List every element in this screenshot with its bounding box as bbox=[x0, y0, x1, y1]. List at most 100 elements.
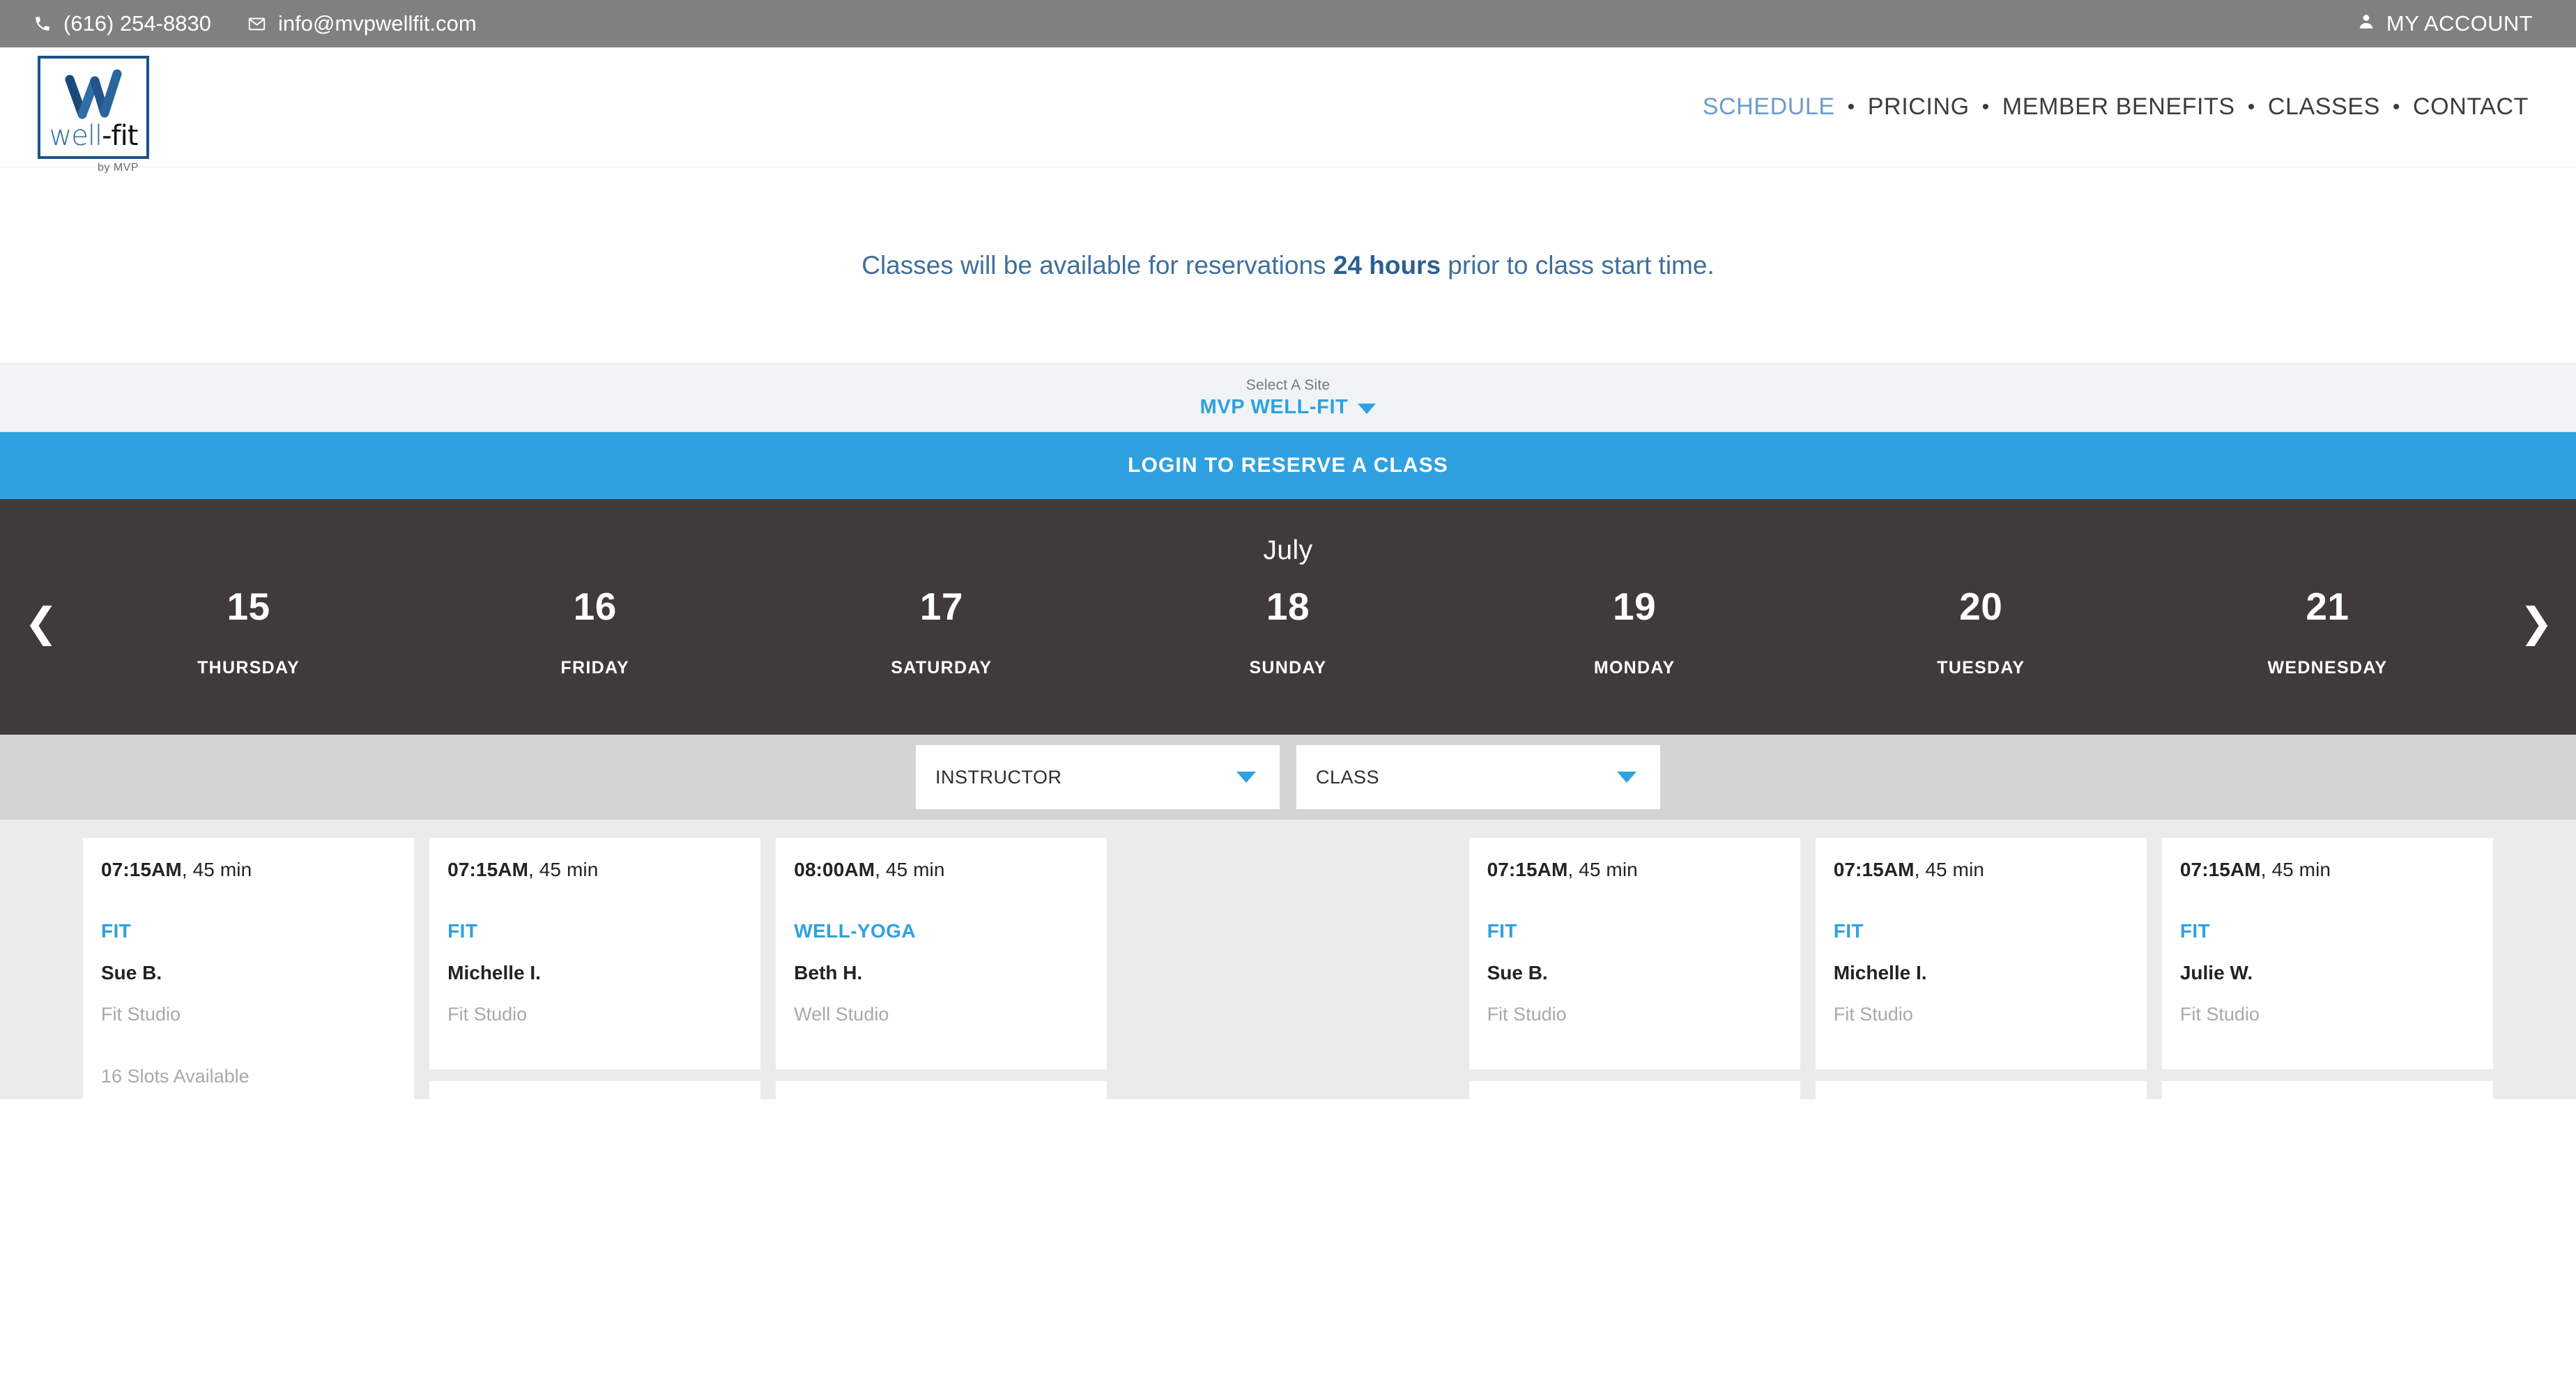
reservation-notice: Classes will be available for reservatio… bbox=[861, 251, 1715, 280]
class-room: Fit Studio bbox=[2179, 1004, 2260, 1025]
site-header: well-fit by MVP SCHEDULE • PRICING • MEM… bbox=[0, 47, 2576, 174]
class-card[interactable]: 08:00AM, 45 min WELL-STRETCH Lisa B. Wel… bbox=[1469, 1081, 1800, 1099]
day-tab-15[interactable]: 15 THURSDAY bbox=[75, 585, 422, 678]
phone-icon bbox=[33, 15, 52, 33]
day-tab-19[interactable]: 19 MONDAY bbox=[1462, 585, 1808, 678]
class-schedule-grid: 07:15AM, 45 min FIT Sue B. Fit Studio 16… bbox=[0, 820, 2576, 1099]
day-tab-21[interactable]: 21 WEDNESDAY bbox=[2154, 585, 2501, 678]
day-name: THURSDAY bbox=[197, 657, 300, 677]
my-account-link[interactable]: MY ACCOUNT bbox=[2357, 11, 2533, 36]
user-icon bbox=[2357, 11, 2375, 36]
class-time: 08:00AM, 45 min bbox=[794, 859, 1089, 881]
class-time: 07:15AM, 45 min bbox=[101, 859, 396, 881]
class-card[interactable]: 08:00AM, 45 min WELL-STRETCH Nancy W. We… bbox=[429, 1081, 761, 1099]
class-time-value: 07:15AM bbox=[2179, 859, 2261, 880]
class-instructor: Michelle I. bbox=[1833, 962, 1927, 983]
day-number: 16 bbox=[573, 585, 617, 628]
class-time: 07:15AM, 45 min bbox=[447, 859, 742, 881]
class-room: Fit Studio bbox=[1487, 1004, 1567, 1025]
class-instructor: Sue B. bbox=[1487, 962, 1548, 983]
nav-item-contact[interactable]: CONTACT bbox=[2413, 93, 2529, 121]
main-nav: SCHEDULE • PRICING • MEMBER BENEFITS • C… bbox=[1703, 93, 2529, 121]
schedule-column-17: 08:00AM, 45 min WELL-YOGA Beth H. Well S… bbox=[768, 838, 1114, 1099]
day-number: 15 bbox=[227, 585, 270, 628]
day-number: 18 bbox=[1266, 585, 1310, 628]
site-selector-label: Select A Site bbox=[1245, 376, 1331, 393]
class-time-value: 08:00AM bbox=[794, 859, 875, 880]
class-time-value: 07:15AM bbox=[101, 859, 182, 880]
class-name: FIT bbox=[1487, 920, 1517, 942]
class-duration: , 45 min bbox=[875, 859, 945, 880]
class-card[interactable]: 07:15AM, 45 min FIT Michelle I. Fit Stud… bbox=[1815, 838, 2147, 1069]
day-number: 20 bbox=[1959, 585, 2003, 628]
class-filter[interactable]: CLASS bbox=[1296, 745, 1660, 809]
day-tab-18[interactable]: 18 SUNDAY bbox=[1114, 585, 1461, 678]
chevron-down-icon bbox=[1236, 772, 1256, 783]
class-card[interactable]: 07:15AM, 45 min FIT Julie W. Fit Studio bbox=[2161, 838, 2493, 1069]
day-tab-16[interactable]: 16 FRIDAY bbox=[422, 585, 768, 678]
class-name: WELL-YOGA bbox=[794, 920, 916, 942]
class-room: Fit Studio bbox=[447, 1004, 528, 1025]
envelope-icon bbox=[247, 15, 266, 33]
day-name: SUNDAY bbox=[1249, 657, 1327, 677]
class-instructor: Sue B. bbox=[101, 962, 162, 983]
schedule-column-16: 07:15AM, 45 min FIT Michelle I. Fit Stud… bbox=[422, 838, 768, 1099]
instructor-filter[interactable]: INSTRUCTOR bbox=[916, 745, 1280, 809]
nav-item-schedule[interactable]: SCHEDULE bbox=[1703, 93, 1835, 121]
phone-number: (616) 254-8830 bbox=[63, 11, 211, 36]
day-number: 21 bbox=[2306, 585, 2349, 628]
notice-area: Classes will be available for reservatio… bbox=[0, 167, 2576, 364]
day-strip: 15 THURSDAY 16 FRIDAY 17 SATURDAY 18 SUN… bbox=[0, 585, 2576, 678]
chevron-left-icon[interactable]: ❮ bbox=[17, 598, 66, 647]
class-card[interactable]: 08:00AM, 45 min WELL-YOGA Nancy W. Well … bbox=[1815, 1081, 2147, 1099]
nav-separator: • bbox=[1981, 95, 1990, 118]
logo[interactable]: well-fit by MVP bbox=[38, 55, 170, 174]
site-selector[interactable]: Select A Site MVP WELL-FIT bbox=[0, 364, 2576, 432]
class-card[interactable]: 07:15AM, 45 min FIT Michelle I. Fit Stud… bbox=[429, 838, 761, 1069]
class-duration: , 45 min bbox=[2260, 859, 2331, 880]
class-name: FIT bbox=[101, 920, 132, 942]
day-name: FRIDAY bbox=[560, 657, 629, 677]
class-name: FIT bbox=[2179, 920, 2211, 942]
day-tab-20[interactable]: 20 TUESDAY bbox=[1808, 585, 2154, 678]
class-duration: , 45 min bbox=[181, 859, 252, 880]
day-tab-17[interactable]: 17 SATURDAY bbox=[768, 585, 1114, 678]
schedule-column-21: 07:15AM, 45 min FIT Julie W. Fit Studio … bbox=[2154, 838, 2501, 1099]
notice-text-strong: 24 hours bbox=[1333, 250, 1441, 280]
class-instructor: Julie W. bbox=[2179, 962, 2253, 983]
class-card[interactable]: 08:00AM, 45 min WELL-YOGA Beth H. Well S… bbox=[776, 838, 1107, 1069]
class-time: 07:15AM, 45 min bbox=[1487, 859, 1782, 881]
day-number: 17 bbox=[919, 585, 963, 628]
notice-text-before: Classes will be available for reservatio… bbox=[861, 250, 1333, 280]
month-label: July bbox=[1263, 535, 1313, 565]
class-duration: , 45 min bbox=[528, 859, 599, 880]
site-selector-value-row[interactable]: MVP WELL-FIT bbox=[1200, 396, 1377, 419]
class-room: Fit Studio bbox=[101, 1004, 181, 1025]
logo-tagline: by MVP bbox=[98, 161, 139, 174]
class-card[interactable]: 08:15AM, 45 min FIT Michelle I. Fit Stud… bbox=[776, 1081, 1107, 1099]
class-duration: , 45 min bbox=[1914, 859, 1984, 880]
class-card[interactable]: 07:15AM, 45 min FIT Sue B. Fit Studio 16… bbox=[83, 838, 415, 1099]
nav-separator: • bbox=[1847, 95, 1855, 118]
schedule-column-18 bbox=[1114, 838, 1461, 1099]
logo-w-mark bbox=[61, 67, 125, 125]
nav-item-pricing[interactable]: PRICING bbox=[1868, 93, 1970, 121]
class-card[interactable]: 08:00AM, 45 min WELL-STRETCH Beth H. Wel… bbox=[2161, 1081, 2493, 1099]
class-instructor: Michelle I. bbox=[447, 962, 541, 983]
chevron-right-icon[interactable]: ❯ bbox=[2512, 598, 2561, 647]
day-number: 19 bbox=[1613, 585, 1657, 628]
topbar-contact-group: (616) 254-8830 info@mvpwellfit.com bbox=[33, 11, 477, 36]
logo-wordmark: well-fit bbox=[40, 122, 146, 150]
class-instructor: Beth H. bbox=[794, 962, 863, 983]
nav-item-member-benefits[interactable]: MEMBER BENEFITS bbox=[2002, 93, 2235, 121]
schedule-column-20: 07:15AM, 45 min FIT Michelle I. Fit Stud… bbox=[1808, 838, 2154, 1099]
nav-separator: • bbox=[2247, 95, 2255, 118]
chevron-down-icon bbox=[1358, 403, 1377, 414]
class-card[interactable]: 07:15AM, 45 min FIT Sue B. Fit Studio bbox=[1469, 838, 1800, 1069]
login-banner-label: LOGIN TO RESERVE A CLASS bbox=[1128, 454, 1448, 477]
nav-item-classes[interactable]: CLASSES bbox=[2268, 93, 2380, 121]
phone-link[interactable]: (616) 254-8830 bbox=[33, 11, 211, 36]
login-banner[interactable]: LOGIN TO RESERVE A CLASS bbox=[0, 432, 2576, 499]
my-account-label: MY ACCOUNT bbox=[2386, 11, 2533, 36]
email-link[interactable]: info@mvpwellfit.com bbox=[247, 11, 477, 36]
